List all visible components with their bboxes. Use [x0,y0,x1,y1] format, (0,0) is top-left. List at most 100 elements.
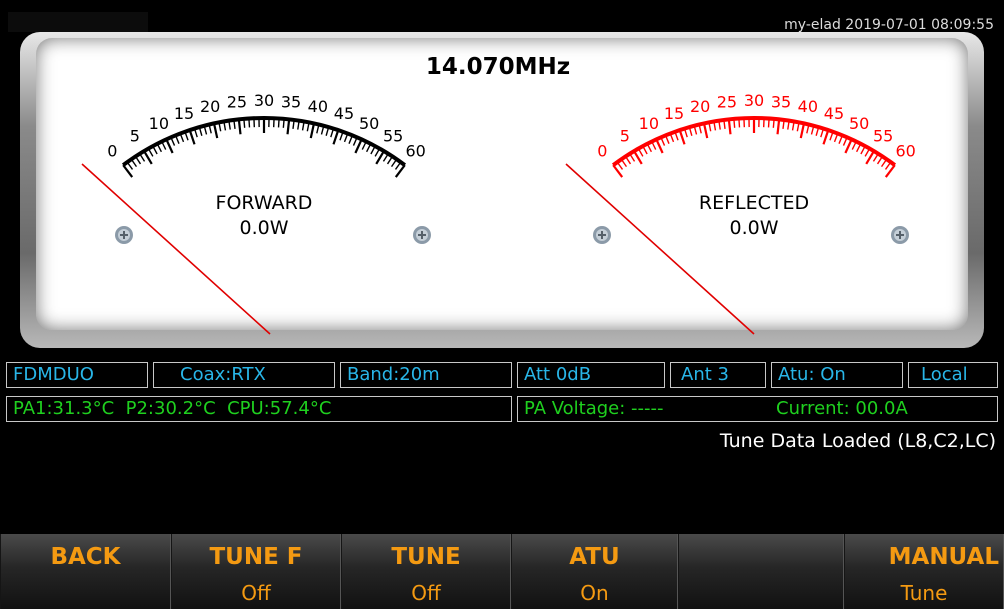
forward-scale-label: 45 [334,104,354,123]
forward-scale-label: 25 [227,92,247,111]
reflected-scale-label: 50 [849,114,869,133]
antenna-status: Ant 3 [670,362,766,388]
reflected-scale-tick [733,118,736,128]
control-mode-status: Local [908,362,998,388]
top-bar-block [8,12,148,32]
forward-scale-tick [134,156,142,165]
forward-scale-tick [386,156,394,165]
reflected-scale-tick [646,143,653,153]
forward-scale-label: 10 [149,114,169,133]
forward-scale-tick [165,138,174,154]
reflected-scale-tick [738,118,741,128]
empty-function-button[interactable] [678,534,844,609]
reflected-scale-label: 55 [873,127,893,146]
screw-icon [115,226,133,244]
atu-status: Atu: On [771,362,903,388]
reflected-scale-tick [616,161,624,170]
tune-f-button-label: TUNE F [209,544,303,570]
reflected-scale-label: 45 [824,104,844,123]
forward-scale-label: 55 [383,127,403,146]
forward-scale-tick [370,145,376,155]
forward-scale-tick [126,161,134,170]
screw-icon [413,226,431,244]
reflected-scale-label: 20 [690,97,710,116]
tune-f-button[interactable]: TUNE F Off [171,534,341,609]
band-status: Band:20m [340,362,512,388]
reflected-scale-label: 35 [771,92,791,111]
reflected-scale-tick [637,148,644,157]
forward-scale-tick [248,118,251,128]
reflected-scale-label: 5 [620,127,630,146]
forward-scale-tick [243,118,246,128]
forward-scale-tick [139,153,146,162]
forward-scale-tick [277,118,280,128]
atu-button[interactable]: ATU On [511,534,678,609]
reflected-scale-label: 15 [664,104,684,123]
reflected-scale-label: 10 [639,114,659,133]
reflected-gauge: 05 10 15 20 25 30 35 40 45 505560 [597,91,916,178]
reflected-scale-tick [855,143,862,153]
tune-button-label: TUNE [391,544,461,570]
temperature-status: PA1:31.3°C P2:30.2°C CPU:57.4°C [6,396,512,422]
forward-scale-tick [309,123,316,139]
reflected-scale-tick [864,148,871,157]
forward-scale-label: 20 [200,97,220,116]
manual-button-mode: Tune [900,581,948,605]
reflected-title: REFLECTED [699,192,809,214]
power-meter: 14.070MHz 051015 20 25 30 35 40 45505560 05101… [81,54,916,335]
forward-scale-label: 60 [405,142,425,161]
reflected-scale-tick [624,156,632,165]
reflected-scale-tick [876,156,884,165]
status-row-1: FDMDUO Coax:RTX Band:20m Att 0dB Ant 3 A… [0,362,1004,392]
reflected-scale-tick [727,119,732,135]
forward-scale-label: 30 [254,91,274,110]
reflected-scale-label: 0 [597,142,607,161]
forward-scale-label: 15 [174,104,194,123]
forward-scale-tick [394,161,402,170]
tune-button[interactable]: TUNE Off [341,534,511,609]
forward-scale-tick [147,148,154,157]
forward-scale-label: 35 [281,92,301,111]
forward-scale-label: 5 [130,127,140,146]
forward-scale-label: 40 [308,97,328,116]
forward-scale-tick [212,123,219,139]
atu-button-label: ATU [569,544,620,570]
forward-scale-tick [354,138,363,154]
forward-scale-tick [282,118,285,128]
device-datetime: my-elad 2019-07-01 08:09:55 [784,17,994,33]
tune-message: Tune Data Loaded (L8,C2,LC) [719,430,996,452]
reflected-scale-label: 30 [744,91,764,110]
reflected-scale-tick [772,118,775,128]
reflected-scale-tick [767,118,770,128]
forward-title: FORWARD [216,192,313,214]
manual-button[interactable]: MANUAL Tune [844,534,1004,609]
forward-value: 0.0W [239,217,288,239]
forward-scale-tick [374,148,381,157]
reflected-scale-tick [620,158,628,168]
forward-scale-tick [152,145,158,155]
reflected-scale-tick [642,145,648,155]
back-button[interactable]: BACK [0,534,171,609]
forward-scale-tick [390,158,398,168]
reflected-scale-label: 40 [798,97,818,116]
reflected-scale-tick [822,129,830,145]
tune-f-button-state: Off [241,581,271,605]
reflected-scale-tick [629,153,636,162]
atu-button-state: On [580,581,609,605]
coax-status: Coax:RTX [153,362,335,388]
manual-button-label: MANUAL [888,544,999,570]
screw-icon [593,226,611,244]
forward-scale-tick [188,129,196,145]
reflected-scale-label: 60 [895,142,915,161]
reflected-scale-tick [799,123,806,139]
reflected-scale-tick [655,138,664,154]
forward-scale-tick [237,119,242,135]
reflected-scale-tick [872,153,879,162]
forward-scale-tick [382,153,389,162]
power-supply-status: PA Voltage: ----- Current: 00.0A [517,396,998,422]
pa-current: Current: 00.0A [776,398,908,419]
screw-icon [891,226,909,244]
model-status: FDMDUO [6,362,148,388]
forward-scale-tick [365,143,372,153]
forward-gauge: 05 10 15 20 25 30 35 40 45 505560 [107,91,426,178]
